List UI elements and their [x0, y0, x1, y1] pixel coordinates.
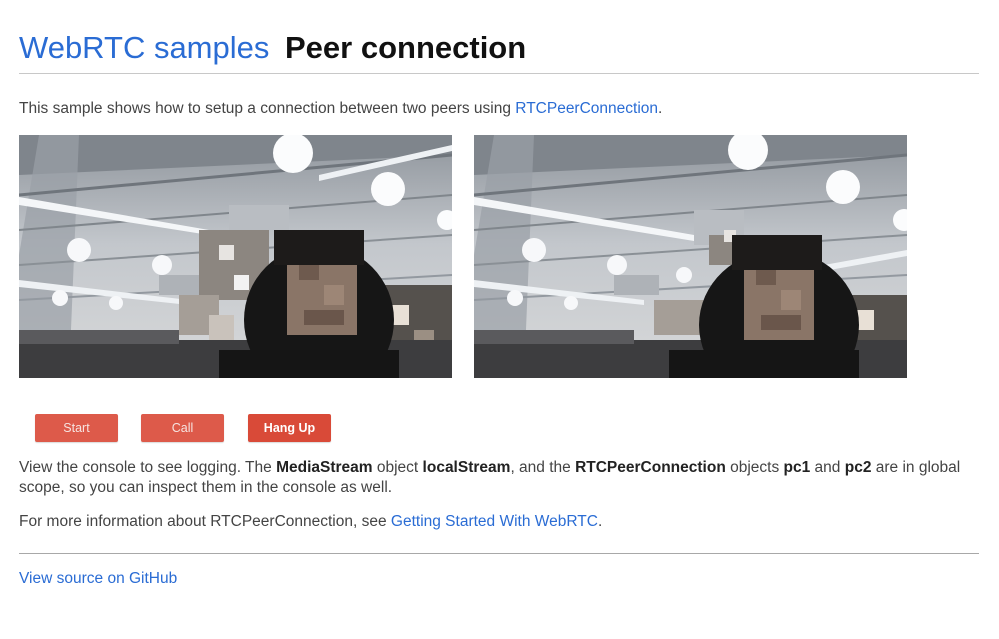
console-text-3: , and the [510, 459, 576, 476]
getting-started-link[interactable]: Getting Started With WebRTC [391, 513, 598, 530]
local-video[interactable] [19, 135, 452, 378]
console-text-2: object [372, 459, 423, 476]
console-text-4: objects [725, 459, 784, 476]
console-info-paragraph: View the console to see logging. The Med… [19, 458, 979, 498]
pc1-term: pc1 [783, 459, 811, 476]
pc2-term: pc2 [844, 459, 872, 476]
page-header: WebRTC samples Peer connection [19, 28, 979, 74]
local-video-frame [19, 135, 452, 378]
hang-up-button[interactable]: Hang Up [248, 414, 331, 442]
rtcpeerconnection-term: RTCPeerConnection [575, 459, 726, 476]
mediastream-term: MediaStream [276, 459, 373, 476]
start-button[interactable]: Start [35, 414, 118, 442]
call-button[interactable]: Call [141, 414, 224, 442]
console-text-5: and [810, 459, 845, 476]
view-source-link[interactable]: View source on GitHub [19, 569, 177, 589]
intro-text-end: . [658, 100, 663, 117]
console-text-1: View the console to see logging. The [19, 459, 277, 476]
footer-divider [19, 553, 979, 554]
more-info-paragraph: For more information about RTCPeerConnec… [19, 512, 979, 532]
rtcpeerconnection-link[interactable]: RTCPeerConnection [515, 100, 658, 117]
page-title: Peer connection [285, 30, 527, 65]
intro-text: This sample shows how to setup a connect… [19, 99, 662, 119]
remote-video[interactable] [474, 135, 907, 378]
localstream-term: localStream [422, 459, 511, 476]
remote-video-frame [474, 135, 907, 378]
more-info-text: For more information about RTCPeerConnec… [19, 513, 391, 530]
intro-text-start: This sample shows how to setup a connect… [19, 100, 516, 117]
site-home-link[interactable]: WebRTC samples [19, 28, 269, 68]
more-info-end: . [597, 513, 603, 530]
